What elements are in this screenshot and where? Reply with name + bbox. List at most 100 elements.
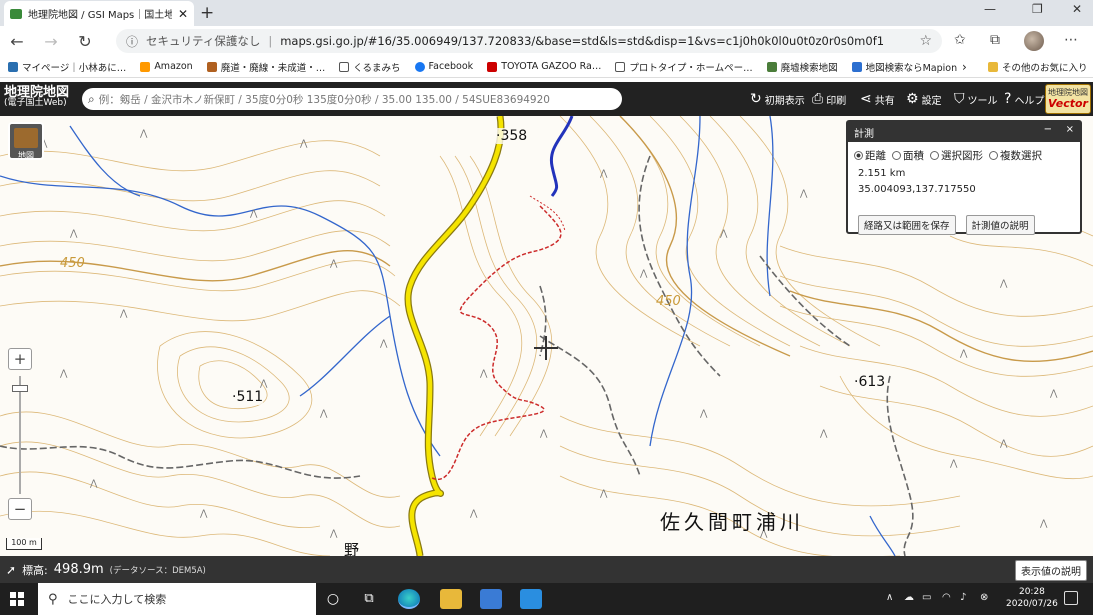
zoom-control: + − xyxy=(8,348,32,520)
bookmark-item[interactable]: プロトタイプ・ホームペー… xyxy=(615,60,753,74)
search-input[interactable]: ⌕ 例：剱岳 / 金沢市木ノ新保町 / 35度0分0秒 135度0分0秒 / 3… xyxy=(82,88,622,110)
close-icon[interactable]: × xyxy=(1066,124,1074,135)
windows-start-icon[interactable] xyxy=(10,592,24,606)
data-source: (データソース：DEM5A) xyxy=(109,565,206,576)
button-label: 設定 xyxy=(921,95,942,107)
mode-distance-radio[interactable]: 距離 xyxy=(854,148,886,163)
elevation-label: ·511 xyxy=(232,389,264,405)
forward-icon[interactable]: → xyxy=(34,32,68,51)
bookmark-item[interactable]: Amazon xyxy=(140,61,193,72)
taskbar-search-input[interactable]: ⚲ ここに入力して検索 xyxy=(38,583,316,615)
collections-icon[interactable]: ⧉ xyxy=(990,32,1000,48)
share-button[interactable]: ⋖ 共有 xyxy=(860,91,895,107)
more-menu-icon[interactable]: ⋯ xyxy=(1064,32,1078,48)
svg-text:⋀: ⋀ xyxy=(999,279,1008,289)
settings-button[interactable]: ⚙ 設定 xyxy=(906,91,942,107)
bookmark-item[interactable]: くるまみち xyxy=(339,60,401,74)
wifi-icon[interactable]: ◠ xyxy=(942,592,951,603)
info-icon[interactable]: ⓘ xyxy=(126,33,138,50)
radio-label: 選択図形 xyxy=(941,150,983,162)
contour-label: 450 xyxy=(656,294,681,309)
file-explorer-icon[interactable] xyxy=(440,589,462,609)
restore-window-icon[interactable]: ❐ xyxy=(1032,2,1043,16)
browser-tab[interactable]: 地理院地図 / GSI Maps｜国土地… ✕ xyxy=(4,1,194,26)
radio-icon xyxy=(989,151,998,160)
zoom-in-button[interactable]: + xyxy=(8,348,32,370)
save-route-button[interactable]: 経路又は範囲を保存 xyxy=(858,215,956,235)
volume-icon[interactable]: ♪ xyxy=(960,592,966,603)
main-road xyxy=(405,116,504,556)
new-tab-button[interactable]: + xyxy=(200,3,214,23)
mail-icon[interactable] xyxy=(520,589,542,609)
measure-explain-button[interactable]: 計測値の説明 xyxy=(965,215,1035,235)
print-button[interactable]: ⎙ 印刷 xyxy=(812,91,846,107)
trail-path xyxy=(529,195,566,232)
contour-label: 450 xyxy=(60,256,85,271)
cortana-icon[interactable]: ○ xyxy=(322,589,344,609)
minimize-icon[interactable]: − xyxy=(1044,124,1052,135)
edge-browser-icon[interactable] xyxy=(398,589,420,609)
cloud-icon[interactable]: ☁ xyxy=(904,592,914,603)
gsi-status-bar: ➚ 標高: 498.9m (データソース：DEM5A) 表示値の説明 xyxy=(0,556,1093,583)
mode-multi-select-radio[interactable]: 複数選択 xyxy=(989,148,1042,163)
bookmark-item[interactable]: 地図検索ならMapion xyxy=(851,60,957,74)
measure-buttons: 経路又は範囲を保存 計測値の説明 xyxy=(858,215,1035,235)
profile-avatar[interactable] xyxy=(1024,31,1044,51)
toyota-icon xyxy=(487,61,498,72)
person-icon xyxy=(206,61,217,72)
tab-title: 地理院地図 / GSI Maps｜国土地… xyxy=(28,10,172,21)
topographic-map[interactable]: ⋀⋀⋀⋀ ⋀⋀⋀⋀ ⋀⋀⋀⋀ ⋀⋀⋀⋀ ⋀⋀⋀⋀ ⋀⋀⋀⋀ ⋀⋀⋀⋀ ⋀⋀⋀⋀ … xyxy=(0,116,1093,556)
notification-icon[interactable] xyxy=(1064,591,1078,605)
search-placeholder: 例：剱岳 / 金沢市木ノ新保町 / 35度0分0秒 135度0分0秒 / 35.… xyxy=(98,93,550,106)
minor-roads xyxy=(0,155,914,556)
bookmark-item[interactable]: TOYOTA GAZOO Ra… xyxy=(487,61,601,72)
favorite-star-icon[interactable]: ☆ xyxy=(919,33,932,49)
vector-map-button[interactable]: 地理院地図 Vector xyxy=(1045,84,1091,114)
zoom-out-button[interactable]: − xyxy=(8,498,32,520)
zoom-slider-track[interactable] xyxy=(19,376,21,494)
mode-selected-shape-radio[interactable]: 選択図形 xyxy=(930,148,983,163)
clock-date: 2020/07/26 xyxy=(1006,599,1058,609)
bookmark-item[interactable]: Facebook xyxy=(414,61,473,72)
favorites-icon[interactable]: ✩ xyxy=(954,32,966,48)
gsi-logo[interactable]: 地理院地図 (電子国土Web) xyxy=(4,85,70,109)
zoom-slider-knob[interactable] xyxy=(12,384,28,392)
back-icon[interactable]: ← xyxy=(0,32,34,51)
chevron-right-icon[interactable]: › xyxy=(962,60,967,74)
address-bar[interactable]: ⓘ セキュリティ保護なし | maps.gsi.go.jp/#16/35.006… xyxy=(116,29,942,53)
task-view-icon[interactable]: ⧉ xyxy=(358,589,380,609)
tab-close-icon[interactable]: ✕ xyxy=(178,7,188,21)
windows-taskbar: ⚲ ここに入力して検索 ○ ⧉ ∧ ☁ ▭ ◠ ♪ ⊗ 20:28 2020/0… xyxy=(0,583,1093,615)
refresh-icon[interactable]: ↻ xyxy=(68,32,102,51)
tools-icon: ⛉ xyxy=(954,91,965,107)
minimize-window-icon[interactable]: — xyxy=(984,2,996,16)
bookmark-label: Amazon xyxy=(154,61,193,72)
display-value-explain-button[interactable]: 表示値の説明 xyxy=(1015,560,1087,581)
map-type-toggle[interactable]: 地図 xyxy=(8,122,44,160)
refresh-icon: ↻ xyxy=(750,91,762,107)
bookmark-item[interactable]: 廃道・廃線・未成道・… xyxy=(206,60,325,74)
other-bookmarks[interactable]: その他のお気に入り xyxy=(988,60,1088,74)
store-icon[interactable] xyxy=(480,589,502,609)
toggle-label: 地図 xyxy=(18,151,34,160)
svg-text:⋀: ⋀ xyxy=(199,509,208,519)
help-icon: ? xyxy=(1004,91,1012,107)
reset-view-button[interactable]: ↻ 初期表示 xyxy=(750,91,805,107)
svg-text:⋀: ⋀ xyxy=(999,439,1008,449)
help-button[interactable]: ? ヘルプ xyxy=(1004,91,1044,107)
vector-title: Vector xyxy=(1048,97,1088,110)
svg-text:⋀: ⋀ xyxy=(539,429,548,439)
bookmark-item[interactable]: 廃墟検索地図 xyxy=(766,60,838,74)
chevron-up-icon[interactable]: ∧ xyxy=(886,592,893,603)
stop-icon[interactable]: ⊗ xyxy=(980,592,988,603)
bookmark-item[interactable]: マイページ｜小林あに… xyxy=(8,60,126,74)
logo-title: 地理院地図 xyxy=(4,85,70,100)
close-window-icon[interactable]: ✕ xyxy=(1072,2,1082,16)
taskbar-clock[interactable]: 20:28 2020/07/26 xyxy=(1006,586,1058,610)
battery-icon[interactable]: ▭ xyxy=(922,592,931,603)
tools-button[interactable]: ⛉ ツール xyxy=(954,91,998,107)
svg-text:⋀: ⋀ xyxy=(249,209,258,219)
radio-selected-icon xyxy=(854,151,863,160)
mode-area-radio[interactable]: 面積 xyxy=(892,148,924,163)
search-icon: ⚲ xyxy=(48,591,58,607)
